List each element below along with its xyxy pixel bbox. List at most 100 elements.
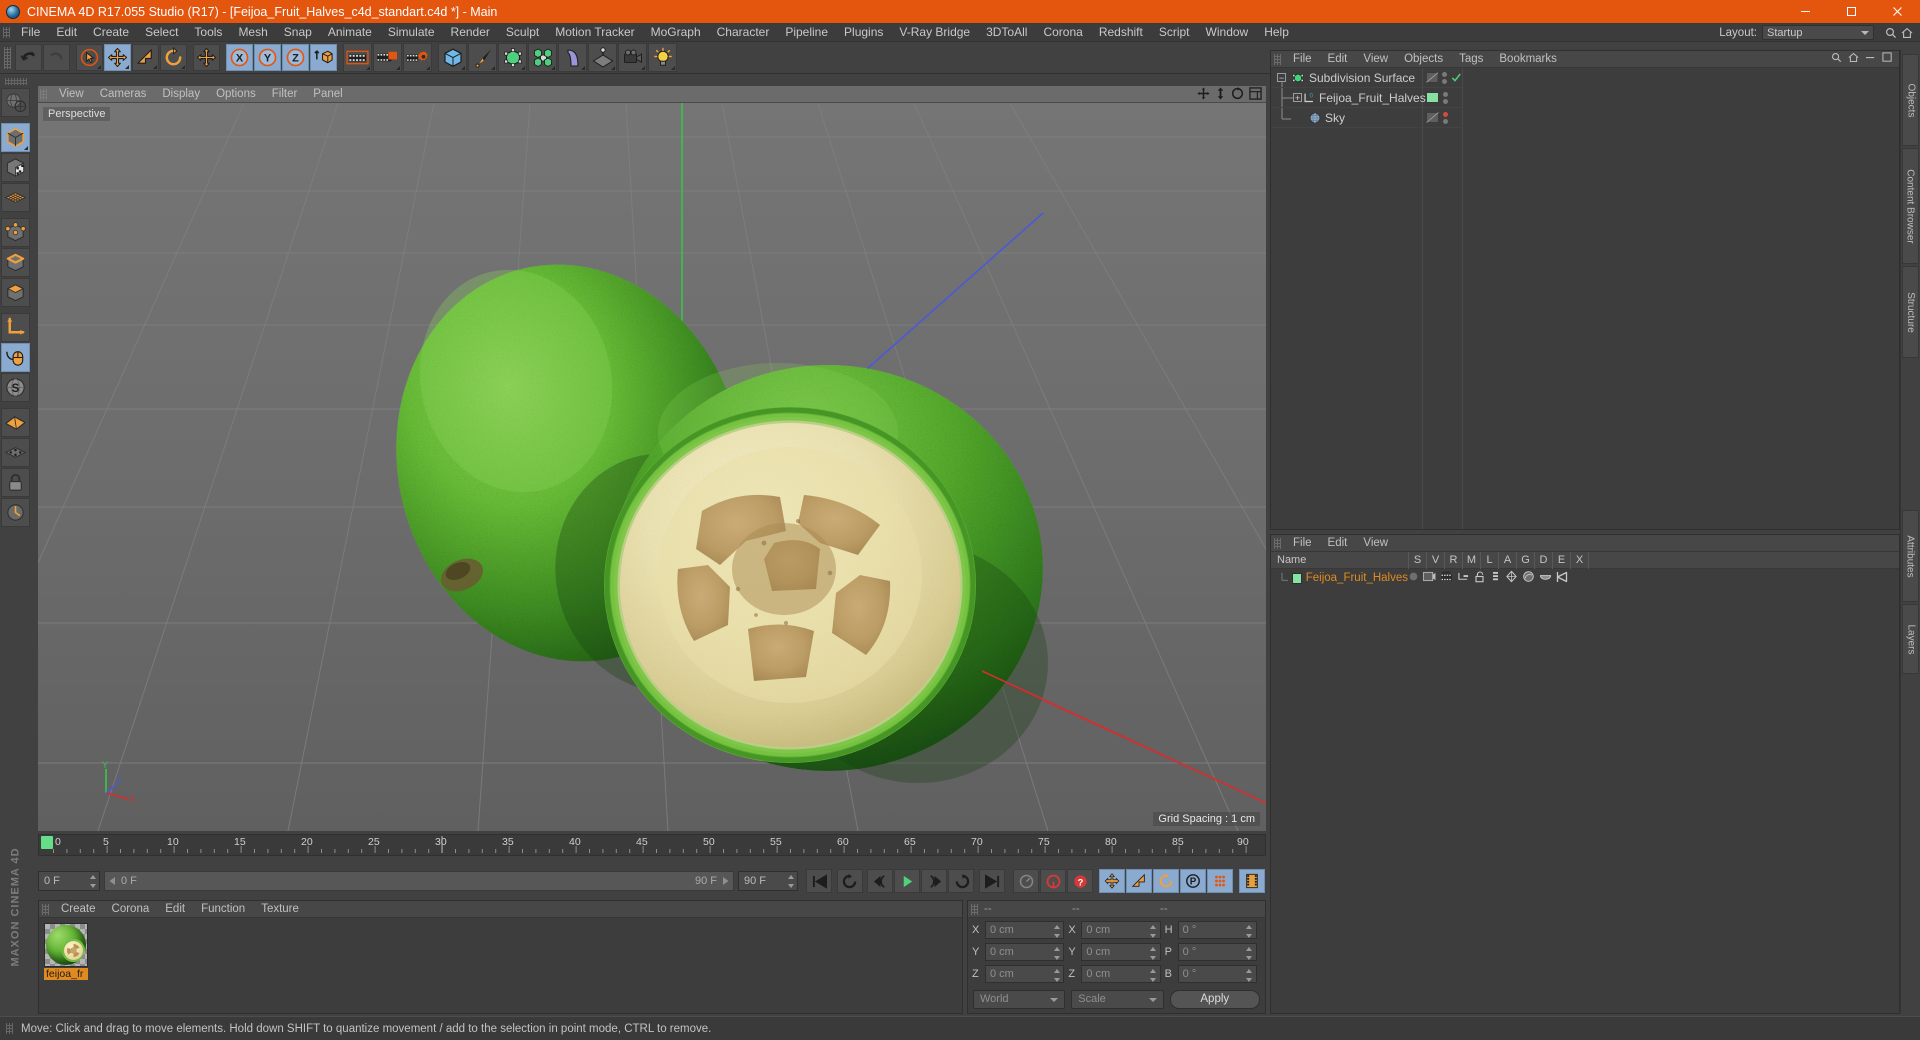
column-r-value-icon[interactable] bbox=[1440, 571, 1453, 585]
attribute-menu-view[interactable]: View bbox=[1355, 535, 1396, 552]
menu-mograph[interactable]: MoGraph bbox=[643, 23, 709, 42]
menu-redshift[interactable]: Redshift bbox=[1091, 23, 1151, 42]
viewport-grip-handle[interactable] bbox=[40, 88, 47, 100]
status-bar-grip[interactable] bbox=[6, 1023, 13, 1034]
attribute-manager-grip[interactable] bbox=[1274, 537, 1281, 549]
column-header-v[interactable]: V bbox=[1426, 551, 1444, 569]
pos-y-field[interactable]: 0 cm bbox=[985, 943, 1065, 961]
object-manager-minimize-icon[interactable] bbox=[1865, 52, 1876, 66]
maximize-button[interactable] bbox=[1828, 0, 1874, 23]
max-frame-stepper-icon[interactable] bbox=[787, 875, 794, 888]
material-menu-function[interactable]: Function bbox=[193, 901, 253, 918]
material-tag-swatch[interactable] bbox=[1426, 92, 1439, 103]
dock-tab-structure[interactable]: Structure bbox=[1902, 266, 1919, 358]
column-g-value-icon[interactable] bbox=[1505, 570, 1518, 586]
lock-workplane-button[interactable] bbox=[1, 468, 30, 497]
enable-axis-button[interactable]: S bbox=[1, 373, 30, 402]
menu-corona[interactable]: Corona bbox=[1035, 23, 1090, 42]
uv-mesh-button[interactable] bbox=[1, 183, 30, 212]
attribute-menu-edit[interactable]: Edit bbox=[1320, 535, 1356, 552]
previous-frame-button[interactable] bbox=[867, 869, 893, 893]
parameter-key-button[interactable]: P bbox=[1180, 869, 1206, 893]
object-manager-search-icon[interactable] bbox=[1831, 52, 1842, 66]
column-v-value-icon[interactable] bbox=[1423, 571, 1436, 585]
edges-mode-button[interactable] bbox=[1, 248, 30, 277]
menu-grip-handle[interactable] bbox=[3, 26, 10, 38]
live-selection-tool[interactable] bbox=[76, 44, 103, 71]
render-settings-button[interactable] bbox=[403, 43, 432, 72]
column-header-g[interactable]: G bbox=[1516, 551, 1534, 569]
object-tag-swatch-row[interactable] bbox=[1423, 88, 1462, 108]
perspective-viewport[interactable]: Perspective Y X Z Grid Spacing: 1 cm bbox=[38, 103, 1266, 831]
points-mode-button[interactable] bbox=[1, 218, 30, 247]
menu-tools[interactable]: Tools bbox=[186, 23, 230, 42]
timeline-range-slider[interactable]: 0 F 90 F bbox=[104, 871, 734, 891]
rotate-tool[interactable] bbox=[160, 44, 187, 71]
visibility-toggle-icon[interactable] bbox=[1426, 72, 1439, 83]
left-palette-grip[interactable] bbox=[4, 78, 27, 85]
quantize-button[interactable] bbox=[1, 498, 30, 527]
material-thumbnail[interactable] bbox=[44, 923, 88, 967]
transport-current-frame-field[interactable]: 0 F bbox=[38, 871, 100, 891]
column-d-value-icon[interactable] bbox=[1522, 570, 1535, 586]
undo-button[interactable] bbox=[15, 44, 42, 71]
viewport-menu-options[interactable]: Options bbox=[208, 86, 264, 103]
scale-tool[interactable] bbox=[132, 44, 159, 71]
rot-p-field[interactable]: 0 ° bbox=[1177, 943, 1257, 961]
menu-motion-tracker[interactable]: Motion Tracker bbox=[547, 23, 642, 42]
play-forward-loop-button[interactable] bbox=[948, 869, 974, 893]
column-l-value-icon[interactable] bbox=[1474, 571, 1486, 586]
column-m-value-icon[interactable] bbox=[1457, 571, 1470, 585]
lock-x-axis[interactable]: X bbox=[226, 44, 253, 71]
menu-3dtoall[interactable]: 3DToAll bbox=[978, 23, 1035, 42]
dolly-view-icon[interactable] bbox=[1215, 87, 1226, 103]
workplane-button[interactable] bbox=[1, 408, 30, 437]
undo-view-button[interactable] bbox=[1, 88, 30, 117]
close-button[interactable] bbox=[1874, 0, 1920, 23]
expander-collapse-icon[interactable]: − bbox=[1277, 73, 1286, 82]
transport-frame-stepper-icon[interactable] bbox=[89, 875, 96, 888]
expander-expand-icon[interactable]: + bbox=[1293, 93, 1302, 102]
object-sky-dots-row[interactable] bbox=[1423, 108, 1462, 128]
dock-tab-content-browser[interactable]: Content Browser bbox=[1902, 148, 1919, 264]
menu-animate[interactable]: Animate bbox=[320, 23, 380, 42]
viewport-menu-view[interactable]: View bbox=[51, 86, 92, 103]
move-mode-button[interactable] bbox=[193, 44, 220, 71]
viewport-menu-filter[interactable]: Filter bbox=[264, 86, 306, 103]
size-x-stepper-icon[interactable] bbox=[1150, 925, 1157, 938]
object-row-subdivision-surface[interactable]: − Subdivision Surface bbox=[1271, 68, 1422, 88]
max-frame-field[interactable]: 90 F bbox=[738, 871, 798, 891]
coordinates-grip[interactable] bbox=[971, 903, 978, 915]
material-item[interactable]: feijoa_fr bbox=[44, 923, 88, 980]
menu-simulate[interactable]: Simulate bbox=[380, 23, 443, 42]
go-to-end-button[interactable] bbox=[979, 869, 1005, 893]
dock-tab-objects[interactable]: Objects bbox=[1902, 54, 1919, 146]
menu-script[interactable]: Script bbox=[1151, 23, 1198, 42]
tag-dot-group[interactable] bbox=[1443, 91, 1448, 104]
object-manager-home-icon[interactable] bbox=[1848, 52, 1859, 66]
size-z-stepper-icon[interactable] bbox=[1150, 969, 1157, 982]
add-bend-button[interactable] bbox=[558, 43, 587, 72]
render-view-button[interactable] bbox=[343, 43, 372, 72]
column-header-r[interactable]: R bbox=[1444, 551, 1462, 569]
menu-select[interactable]: Select bbox=[137, 23, 186, 42]
render-region-button[interactable] bbox=[373, 43, 402, 72]
snap-grid-icon-button[interactable] bbox=[1, 438, 30, 467]
menu-vray-bridge[interactable]: V-Ray Bridge bbox=[891, 23, 978, 42]
apply-button[interactable]: Apply bbox=[1169, 989, 1260, 1009]
layout-dropdown[interactable]: Startup bbox=[1762, 25, 1874, 40]
menu-help[interactable]: Help bbox=[1256, 23, 1297, 42]
menu-snap[interactable]: Snap bbox=[276, 23, 320, 42]
enabled-check-icon[interactable] bbox=[1451, 72, 1462, 83]
pos-y-stepper-icon[interactable] bbox=[1053, 947, 1060, 960]
play-button[interactable] bbox=[894, 869, 920, 893]
pos-z-field[interactable]: 0 cm bbox=[985, 965, 1065, 983]
home-icon[interactable] bbox=[1900, 26, 1914, 40]
rotate-view-icon[interactable] bbox=[1231, 87, 1244, 103]
record-active-objects-button[interactable] bbox=[1013, 869, 1039, 893]
viewport-menu-display[interactable]: Display bbox=[154, 86, 208, 103]
object-row-feijoa-fruit-halves[interactable]: + 0 Feijoa_Fruit_Halves bbox=[1271, 88, 1426, 108]
column-header-m[interactable]: M bbox=[1462, 551, 1480, 569]
rot-p-stepper-icon[interactable] bbox=[1246, 947, 1253, 960]
column-header-l[interactable]: L bbox=[1480, 551, 1498, 569]
